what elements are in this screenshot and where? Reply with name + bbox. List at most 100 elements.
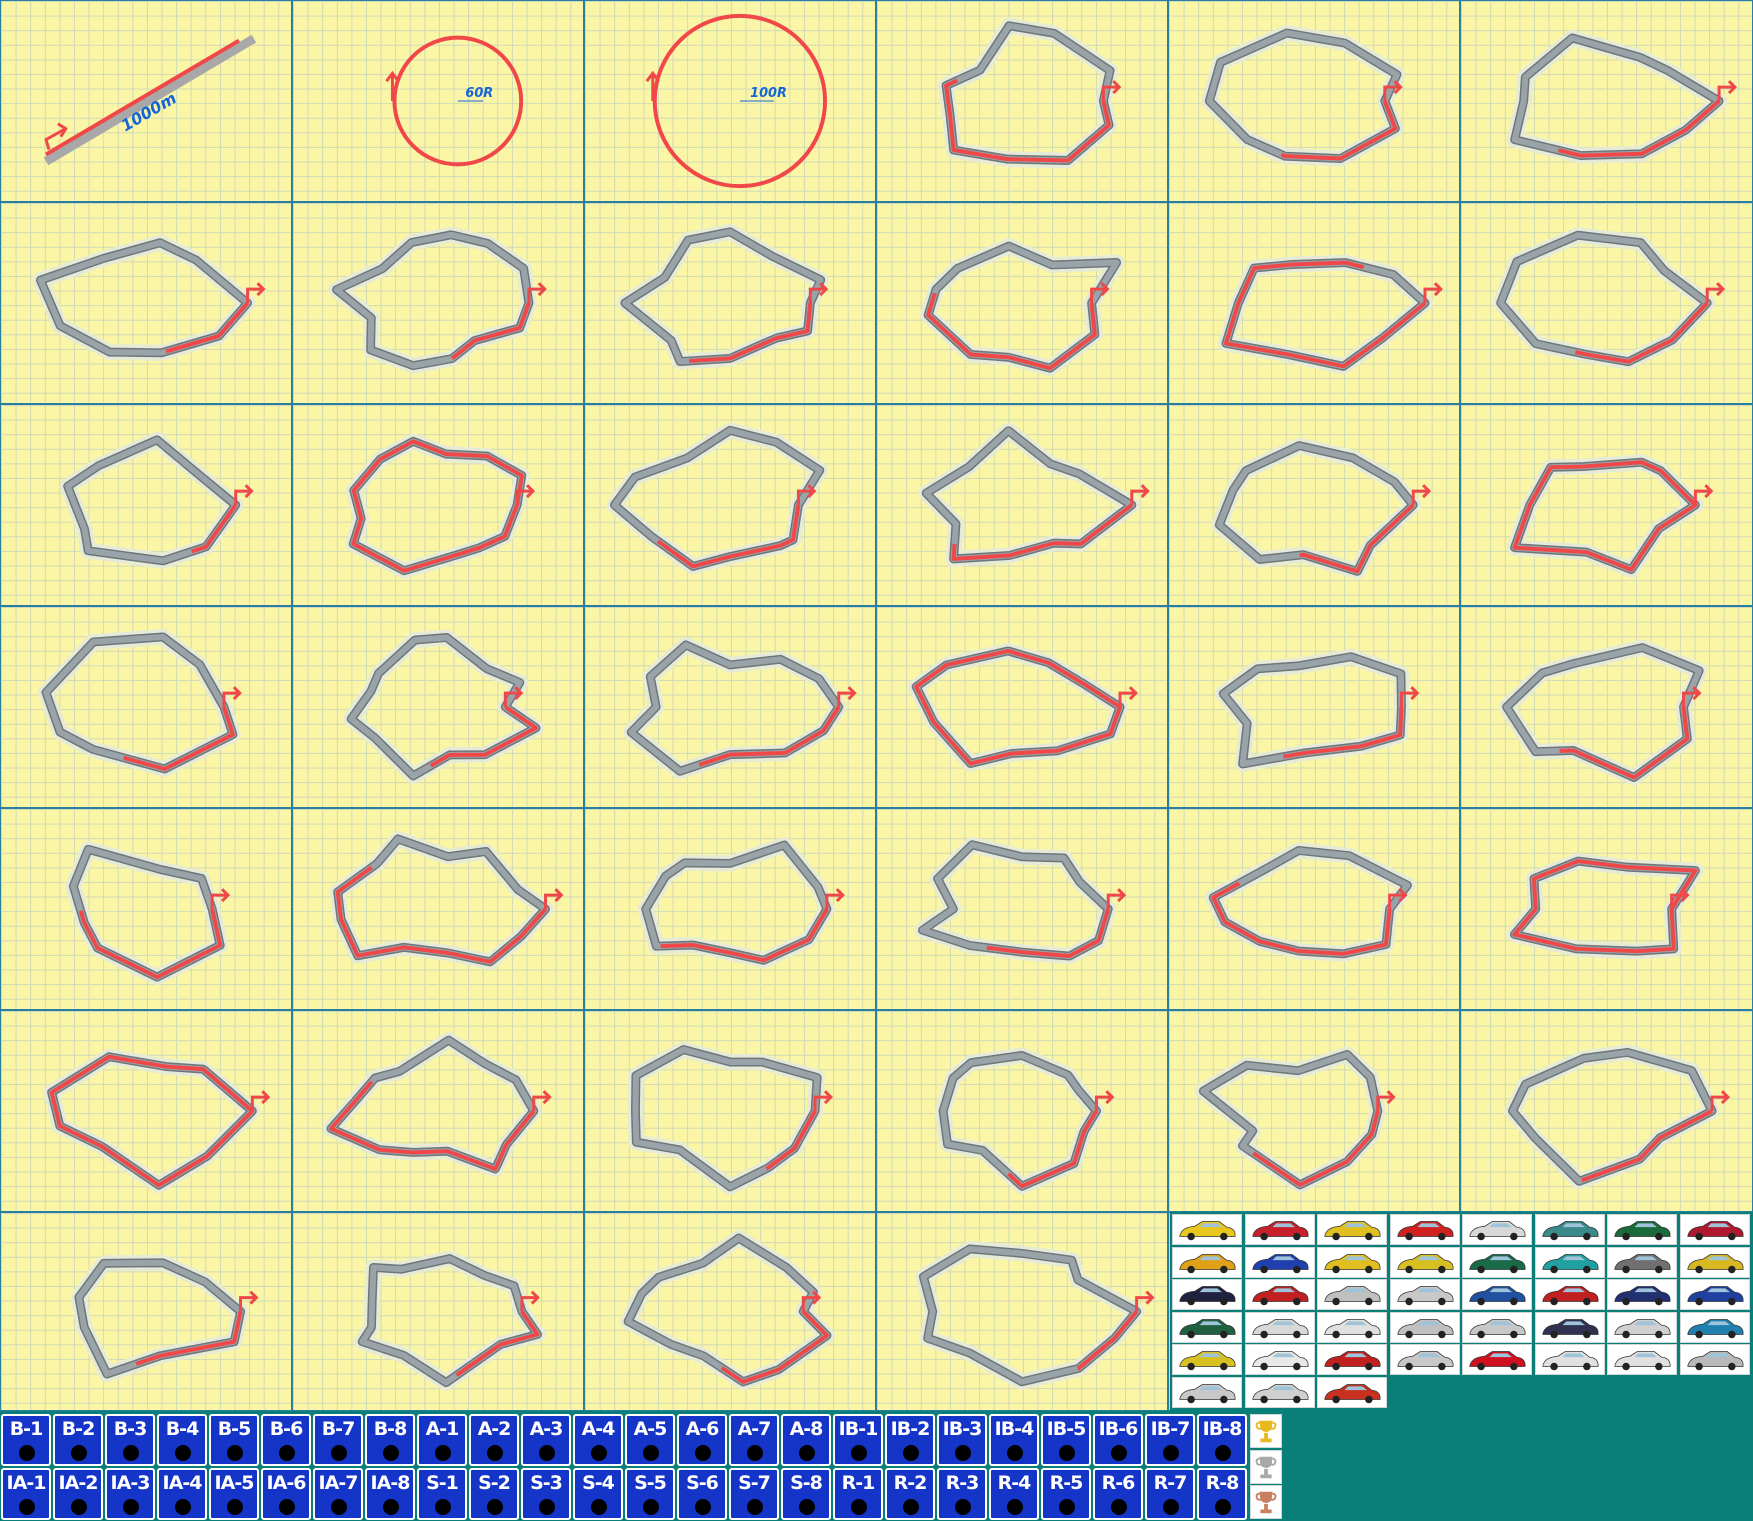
license-badge-a-2[interactable]: A-2 (469, 1414, 519, 1466)
license-badge-b-5[interactable]: B-5 (209, 1414, 259, 1466)
car-thumbnail-40[interactable] (1679, 1344, 1750, 1375)
license-badge-ia-5[interactable]: IA-5 (209, 1468, 259, 1520)
license-badge-ib-3[interactable]: IB-3 (937, 1414, 987, 1466)
car-thumbnail-2[interactable] (1244, 1214, 1315, 1245)
car-thumbnail-25[interactable] (1172, 1311, 1242, 1343)
license-badge-ia-8[interactable]: IA-8 (365, 1468, 415, 1520)
license-badge-s-3[interactable]: S-3 (521, 1468, 571, 1520)
license-badge-r-2[interactable]: R-2 (885, 1468, 935, 1520)
car-thumbnail-39[interactable] (1607, 1344, 1677, 1375)
license-badge-r-6[interactable]: R-6 (1093, 1468, 1143, 1520)
license-badge-b-6[interactable]: B-6 (261, 1414, 311, 1466)
car-thumbnail-27[interactable] (1317, 1311, 1387, 1343)
car-thumbnail-7[interactable] (1607, 1214, 1677, 1245)
car-thumbnail-36[interactable] (1389, 1344, 1460, 1375)
car-thumbnail-19[interactable] (1317, 1279, 1387, 1310)
car-thumbnail-17[interactable] (1172, 1279, 1242, 1310)
car-icon (1179, 1383, 1236, 1403)
license-badge-ia-3[interactable]: IA-3 (105, 1468, 155, 1520)
license-badge-r-8[interactable]: R-8 (1197, 1468, 1247, 1520)
license-badge-a-3[interactable]: A-3 (521, 1414, 571, 1466)
license-badge-b-8[interactable]: B-8 (365, 1414, 415, 1466)
license-badge-a-8[interactable]: A-8 (781, 1414, 831, 1466)
car-thumbnail-41[interactable] (1172, 1376, 1242, 1408)
car-thumbnail-38[interactable] (1534, 1344, 1605, 1375)
license-badge-b-2[interactable]: B-2 (53, 1414, 103, 1466)
car-thumbnail-28[interactable] (1389, 1311, 1460, 1343)
car-thumbnail-4[interactable] (1389, 1214, 1460, 1245)
license-badge-panel: B-1 B-2 B-3 B-4 B-5 B-6 B-7 B-8 A-1 A-2 A-3 A-4 A-5 A… (0, 1412, 1753, 1521)
car-thumbnail-16[interactable] (1679, 1246, 1750, 1278)
license-badge-s-7[interactable]: S-7 (729, 1468, 779, 1520)
car-thumbnail-22[interactable] (1534, 1279, 1605, 1310)
car-thumbnail-14[interactable] (1534, 1246, 1605, 1278)
license-badge-a-1[interactable]: A-1 (417, 1414, 467, 1466)
car-thumbnail-5[interactable] (1462, 1214, 1532, 1245)
car-thumbnail-33[interactable] (1172, 1344, 1242, 1375)
license-badge-ia-6[interactable]: IA-6 (261, 1468, 311, 1520)
license-badge-r-1[interactable]: R-1 (833, 1468, 883, 1520)
car-thumbnail-12[interactable] (1389, 1246, 1460, 1278)
car-thumbnail-30[interactable] (1534, 1311, 1605, 1343)
track-runoff (915, 1241, 1145, 1390)
license-badge-b-4[interactable]: B-4 (157, 1414, 207, 1466)
car-thumbnail-6[interactable] (1534, 1214, 1605, 1245)
car-icon (1614, 1253, 1671, 1273)
car-thumbnail-3[interactable] (1317, 1214, 1387, 1245)
license-badge-a-4[interactable]: A-4 (573, 1414, 623, 1466)
license-badge-ib-4[interactable]: IB-4 (989, 1414, 1039, 1466)
car-thumbnail-15[interactable] (1607, 1246, 1677, 1278)
license-badge-b-1[interactable]: B-1 (1, 1414, 51, 1466)
car-thumbnail-23[interactable] (1607, 1279, 1677, 1310)
car-thumbnail-35[interactable] (1317, 1344, 1387, 1375)
license-badge-s-5[interactable]: S-5 (625, 1468, 675, 1520)
license-badge-a-6[interactable]: A-6 (677, 1414, 727, 1466)
license-badge-b-7[interactable]: B-7 (313, 1414, 363, 1466)
car-thumbnail-10[interactable] (1244, 1246, 1315, 1278)
license-badge-ib-1[interactable]: IB-1 (833, 1414, 883, 1466)
license-badge-r-3[interactable]: R-3 (937, 1468, 987, 1520)
license-badge-r-4[interactable]: R-4 (989, 1468, 1039, 1520)
car-thumbnail-18[interactable] (1244, 1279, 1315, 1310)
car-thumbnail-31[interactable] (1607, 1311, 1677, 1343)
license-badge-s-1[interactable]: S-1 (417, 1468, 467, 1520)
license-badge-r-5[interactable]: R-5 (1041, 1468, 1091, 1520)
badge-status-dot (331, 1499, 347, 1515)
license-badge-ia-4[interactable]: IA-4 (157, 1468, 207, 1520)
car-thumbnail-21[interactable] (1462, 1279, 1532, 1310)
license-badge-b-3[interactable]: B-3 (105, 1414, 155, 1466)
license-badge-s-4[interactable]: S-4 (573, 1468, 623, 1520)
car-thumbnail-13[interactable] (1462, 1246, 1532, 1278)
license-badge-ib-8[interactable]: IB-8 (1197, 1414, 1247, 1466)
license-badge-ia-1[interactable]: IA-1 (1, 1468, 51, 1520)
car-thumbnail-8[interactable] (1679, 1214, 1750, 1245)
license-badge-ia-7[interactable]: IA-7 (313, 1468, 363, 1520)
track-tile-21 (584, 606, 876, 808)
badge-label: S-1 (426, 1472, 459, 1494)
car-thumbnail-9[interactable] (1172, 1246, 1242, 1278)
license-badge-ib-6[interactable]: IB-6 (1093, 1414, 1143, 1466)
car-thumbnail-11[interactable] (1317, 1246, 1387, 1278)
car-thumbnail-43[interactable] (1317, 1376, 1387, 1408)
license-badge-s-2[interactable]: S-2 (469, 1468, 519, 1520)
license-badge-ib-5[interactable]: IB-5 (1041, 1414, 1091, 1466)
track-tile-10 (876, 202, 1168, 404)
license-badge-s-6[interactable]: S-6 (677, 1468, 727, 1520)
car-thumbnail-42[interactable] (1244, 1376, 1315, 1408)
badge-status-dot (1007, 1499, 1023, 1515)
car-thumbnail-26[interactable] (1244, 1311, 1315, 1343)
car-thumbnail-24[interactable] (1679, 1279, 1750, 1310)
license-badge-ib-2[interactable]: IB-2 (885, 1414, 935, 1466)
license-badge-s-8[interactable]: S-8 (781, 1468, 831, 1520)
license-badge-ia-2[interactable]: IA-2 (53, 1468, 103, 1520)
car-thumbnail-32[interactable] (1679, 1311, 1750, 1343)
car-thumbnail-34[interactable] (1244, 1344, 1315, 1375)
license-badge-r-7[interactable]: R-7 (1145, 1468, 1195, 1520)
car-thumbnail-29[interactable] (1462, 1311, 1532, 1343)
car-thumbnail-37[interactable] (1462, 1344, 1532, 1375)
license-badge-a-5[interactable]: A-5 (625, 1414, 675, 1466)
car-thumbnail-1[interactable] (1172, 1214, 1242, 1245)
license-badge-ib-7[interactable]: IB-7 (1145, 1414, 1195, 1466)
license-badge-a-7[interactable]: A-7 (729, 1414, 779, 1466)
car-thumbnail-20[interactable] (1389, 1279, 1460, 1310)
